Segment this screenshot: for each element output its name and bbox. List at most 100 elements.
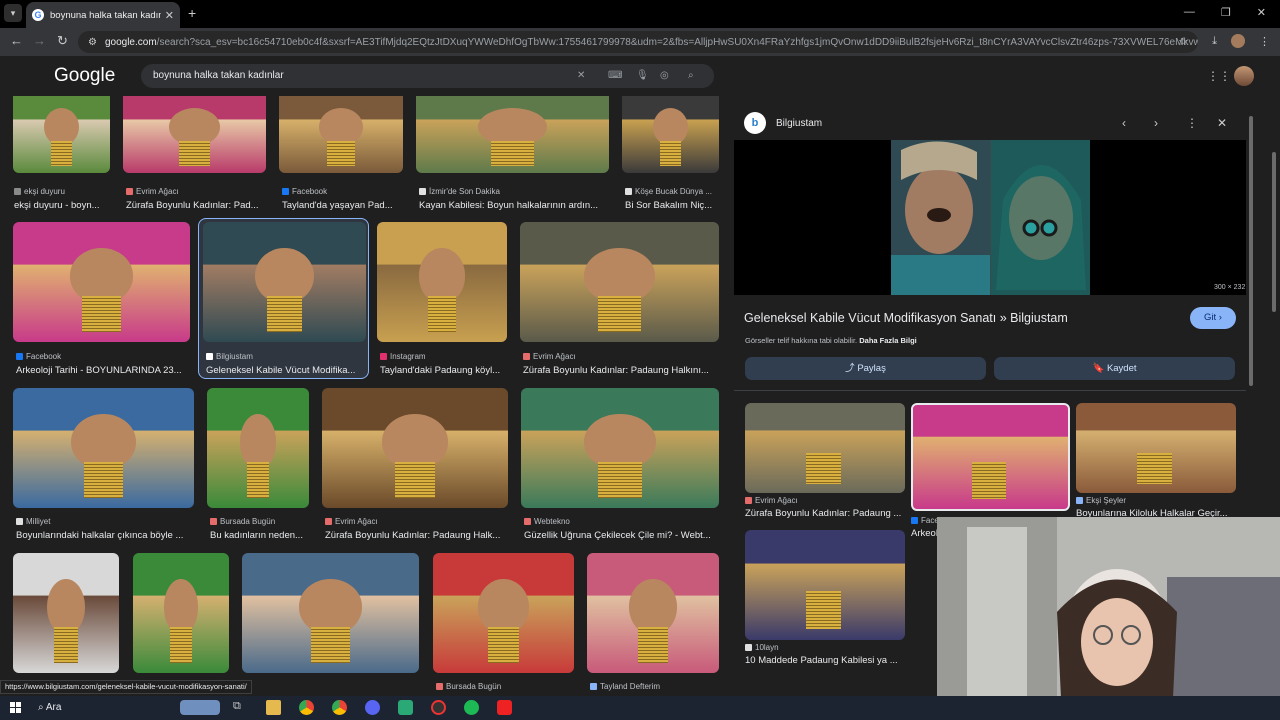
- result-image[interactable]: [133, 553, 229, 673]
- task-view-icon[interactable]: ⧉: [233, 700, 248, 715]
- preview-image[interactable]: [891, 140, 1090, 295]
- site-name[interactable]: Bilgiustam: [776, 118, 822, 129]
- share-button[interactable]: ⤴ Paylaş: [745, 357, 986, 380]
- related-source[interactable]: Evrim Ağacı: [745, 496, 905, 505]
- site-info-icon[interactable]: ⚙: [88, 37, 97, 48]
- result-caption[interactable]: Arkeoloji Tarihi - BOYUNLARINDA 23...: [16, 365, 197, 376]
- close-preview-icon[interactable]: ✕: [1217, 116, 1227, 130]
- related-caption[interactable]: 10 Maddede Padaung Kabilesi ya ...: [745, 655, 905, 666]
- new-tab-button[interactable]: +: [188, 5, 196, 21]
- result-image[interactable]: [416, 96, 609, 173]
- clear-search-icon[interactable]: ✕: [577, 64, 585, 88]
- keyboard-icon[interactable]: ⌨: [608, 64, 622, 88]
- result-source[interactable]: Instagram: [380, 352, 510, 361]
- related-source[interactable]: 10layn: [745, 643, 905, 652]
- result-source[interactable]: ekşi duyuru: [14, 187, 111, 196]
- page-scrollbar-thumb[interactable]: [1272, 152, 1276, 312]
- result-source[interactable]: Facebook: [282, 187, 406, 196]
- result-image[interactable]: [520, 222, 719, 342]
- search-box[interactable]: boynuna halka takan kadınlar ✕ ⌨ 🎙 ◎ ⌕: [141, 64, 714, 88]
- obs-icon[interactable]: [431, 700, 446, 715]
- google-logo[interactable]: Google: [54, 65, 115, 87]
- result-caption[interactable]: Boyunlarındaki halkalar çıkınca böyle ..…: [16, 530, 201, 541]
- account-avatar[interactable]: [1234, 66, 1254, 86]
- result-source[interactable]: Evrim Ağacı: [523, 352, 722, 361]
- windows-start-icon[interactable]: [10, 702, 21, 713]
- preview-title[interactable]: Geleneksel Kabile Vücut Modifikasyon San…: [744, 311, 1068, 325]
- result-source[interactable]: Evrim Ağacı: [325, 517, 511, 526]
- chrome-icon[interactable]: [299, 700, 314, 715]
- result-image[interactable]: [322, 388, 508, 508]
- related-caption[interactable]: Zürafa Boyunlu Kadınlar: Padaung ...: [745, 508, 905, 519]
- profile-avatar[interactable]: [1231, 34, 1245, 48]
- result-source[interactable]: Tayland Defterim: [590, 682, 722, 691]
- result-source[interactable]: Köşe Bucak Dünya ...: [625, 187, 722, 196]
- chrome-profile-icon[interactable]: [332, 700, 347, 715]
- minimize-icon[interactable]: —: [1184, 6, 1195, 19]
- more-info-link[interactable]: Daha Fazla Bilgi: [859, 336, 917, 345]
- result-image[interactable]: [13, 553, 119, 673]
- save-button[interactable]: 🔖 Kaydet: [994, 357, 1235, 380]
- bookmark-star-icon[interactable]: ☆: [1178, 35, 1188, 48]
- app-icon[interactable]: [398, 700, 413, 715]
- related-image[interactable]: [911, 403, 1070, 511]
- search-highlight-icon[interactable]: [180, 700, 220, 715]
- back-icon[interactable]: ←: [10, 33, 23, 48]
- result-source[interactable]: Facebook: [16, 352, 193, 361]
- result-image[interactable]: [622, 96, 719, 173]
- related-image[interactable]: [745, 530, 905, 640]
- result-caption[interactable]: Tayland'da yaşayan Pad...: [282, 200, 410, 211]
- result-image[interactable]: [521, 388, 719, 508]
- result-source[interactable]: Evrim Ağacı: [126, 187, 269, 196]
- result-caption[interactable]: Tayland'daki Padaung köyl...: [380, 365, 514, 376]
- result-image[interactable]: [242, 553, 419, 673]
- more-options-icon[interactable]: ⋮: [1186, 116, 1198, 130]
- url-field[interactable]: ⚙ google.com /search?sca_esv=bc16c54710e…: [78, 31, 1198, 53]
- result-image[interactable]: [13, 222, 190, 342]
- result-source[interactable]: Bursada Bugün: [436, 682, 577, 691]
- result-image[interactable]: [377, 222, 507, 342]
- related-image[interactable]: [1076, 403, 1236, 493]
- result-source[interactable]: İzmir'de Son Dakika: [419, 187, 612, 196]
- result-image[interactable]: [203, 222, 366, 342]
- search-icon[interactable]: ⌕: [688, 64, 694, 88]
- microphone-icon[interactable]: 🎙: [636, 64, 649, 88]
- related-image[interactable]: [745, 403, 905, 493]
- result-source[interactable]: Bursada Bugün: [210, 517, 312, 526]
- result-image[interactable]: [433, 553, 574, 673]
- related-source[interactable]: Ekşi Şeyler: [1076, 496, 1236, 505]
- panel-scrollbar-thumb[interactable]: [1249, 116, 1253, 386]
- result-caption[interactable]: Zürafa Boyunlu Kadınlar: Padaung Halkını…: [523, 365, 726, 376]
- visit-button[interactable]: Git ›: [1190, 307, 1236, 329]
- result-source[interactable]: Webtekno: [524, 517, 722, 526]
- lens-icon[interactable]: ◎: [660, 64, 669, 88]
- result-image[interactable]: [279, 96, 403, 173]
- result-caption[interactable]: Zürafa Boyunlu Kadınlar: Pad...: [126, 200, 273, 211]
- result-image[interactable]: [13, 96, 110, 173]
- previous-image-icon[interactable]: ‹: [1122, 116, 1126, 130]
- browser-tab[interactable]: G boynuna halka takan kadınlar ✕: [26, 2, 180, 28]
- result-caption[interactable]: Kayan Kabilesi: Boyun halkalarının ardın…: [419, 200, 616, 211]
- result-image[interactable]: [13, 388, 194, 508]
- result-caption[interactable]: Bu kadınların neden...: [210, 530, 316, 541]
- close-window-icon[interactable]: ✕: [1257, 6, 1266, 19]
- tab-search-button[interactable]: ▾: [4, 4, 22, 22]
- result-caption[interactable]: Zürafa Boyunlu Kadınlar: Padaung Halk...: [325, 530, 515, 541]
- result-source[interactable]: Bilgiustam: [206, 352, 369, 361]
- result-caption[interactable]: Geleneksel Kabile Vücut Modifika...: [206, 365, 373, 376]
- close-tab-icon[interactable]: ✕: [165, 9, 174, 22]
- result-image[interactable]: [207, 388, 309, 508]
- discord-icon[interactable]: [365, 700, 380, 715]
- result-caption[interactable]: ekşi duyuru - boyn...: [14, 200, 115, 211]
- browser-menu-icon[interactable]: ⋮: [1259, 35, 1270, 48]
- result-source[interactable]: Milliyet: [16, 517, 197, 526]
- restore-icon[interactable]: ❐: [1221, 6, 1231, 19]
- recording-app-icon[interactable]: [497, 700, 512, 715]
- panel-scrollbar[interactable]: [1247, 112, 1255, 402]
- result-image[interactable]: [123, 96, 266, 173]
- reload-icon[interactable]: ↻: [57, 33, 68, 49]
- file-explorer-icon[interactable]: [266, 700, 281, 715]
- next-image-icon[interactable]: ›: [1154, 116, 1158, 130]
- result-image[interactable]: [587, 553, 719, 673]
- result-caption[interactable]: Güzellik Uğruna Çekilecek Çile mi? - Web…: [524, 530, 726, 541]
